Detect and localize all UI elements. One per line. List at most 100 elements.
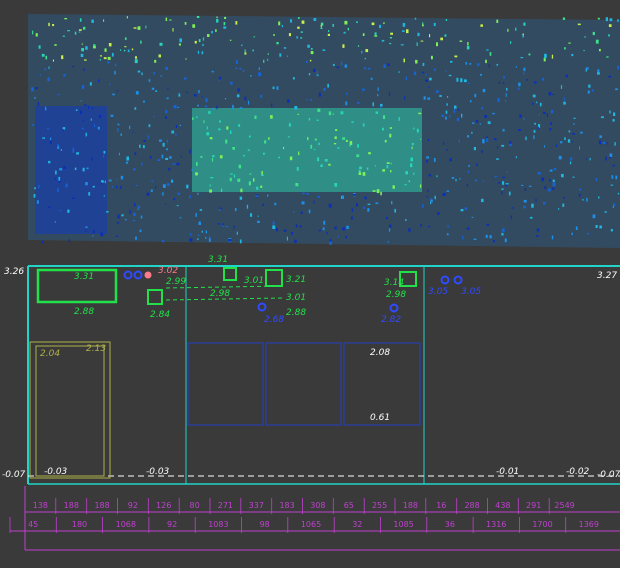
point-cloud-point (350, 216, 353, 220)
point-cloud-point (544, 145, 545, 148)
point-cloud-point (257, 220, 260, 223)
label-door-top: 2.04 (40, 349, 60, 359)
point-cloud-point (346, 225, 349, 229)
point-cloud-point (332, 113, 334, 115)
point-cloud-point (382, 169, 385, 172)
point-cloud-point (283, 47, 287, 49)
point-cloud-point (65, 183, 68, 188)
point-cloud-point (31, 124, 34, 126)
point-cloud-point (322, 227, 325, 231)
point-cloud-point (410, 157, 413, 162)
point-cloud-point (599, 225, 602, 229)
point-cloud-point (137, 26, 141, 30)
point-cloud-point (210, 177, 214, 179)
point-cloud-point (467, 42, 469, 46)
point-cloud-point (119, 186, 122, 189)
point-cloud-point (337, 147, 340, 149)
point-cloud-point (100, 55, 102, 57)
point-cloud-point (592, 31, 595, 36)
point-cloud-point (476, 119, 478, 123)
point-cloud-point (460, 209, 464, 212)
point-cloud-point (601, 116, 604, 119)
label-panel-top: 2.08 (370, 348, 390, 358)
point-cloud-point (268, 137, 270, 140)
point-cloud-point (474, 93, 477, 98)
point-cloud-point (133, 27, 137, 29)
point-cloud-point (160, 75, 162, 77)
point-cloud-point (536, 101, 538, 104)
point-cloud-point (323, 87, 326, 91)
label-mid-c: 3.21 (286, 275, 306, 285)
point-cloud-point (33, 194, 36, 198)
point-cloud-point (446, 103, 448, 106)
point-cloud-point (571, 232, 573, 236)
point-cloud-point (546, 113, 548, 117)
point-cloud-point (224, 16, 227, 19)
point-cloud-point (103, 155, 105, 158)
point-cloud-point (481, 107, 484, 110)
point-cloud-point (334, 136, 337, 139)
point-cloud-point (116, 179, 118, 180)
point-cloud-point (613, 112, 616, 116)
point-cloud-point (518, 129, 521, 131)
point-cloud-point (464, 207, 468, 210)
point-cloud-point (273, 34, 275, 36)
point-cloud-point (379, 24, 381, 29)
point-cloud-point (464, 79, 467, 83)
dimension-row1-label: 138 (33, 501, 48, 510)
point-cloud-point (333, 143, 337, 145)
point-cloud-point (139, 144, 141, 148)
point-cloud-point (568, 130, 571, 133)
point-cloud-point (106, 211, 109, 213)
point-cloud-point (608, 34, 610, 37)
point-cloud-point (137, 205, 141, 209)
point-cloud-point (173, 105, 177, 109)
point-cloud-point (108, 179, 112, 182)
point-cloud-point (503, 75, 505, 79)
point-cloud-point (147, 135, 149, 140)
point-cloud-point (450, 60, 453, 63)
point-cloud-point (416, 128, 419, 133)
point-cloud-point (291, 232, 293, 235)
point-cloud-point (178, 43, 181, 46)
point-cloud-point (172, 163, 176, 165)
point-cloud-point (573, 123, 575, 125)
point-cloud-point (116, 221, 120, 224)
point-cloud-point (218, 128, 221, 131)
point-cloud-point (235, 67, 238, 69)
point-cloud-point (599, 135, 602, 138)
point-cloud-point (419, 184, 422, 188)
point-cloud-point (89, 82, 92, 86)
point-cloud-point (87, 105, 89, 109)
point-cloud-point (506, 87, 508, 91)
point-cloud-point (83, 26, 86, 30)
point-cloud-point (521, 184, 524, 186)
point-cloud-point (85, 132, 87, 137)
point-cloud-point (494, 138, 497, 141)
point-cloud-point (598, 140, 601, 145)
cad-viewport[interactable]: 3.26 3.27 -0.07 -0.07 -0.03 -0.03 -0.01 … (0, 0, 620, 568)
point-cloud-point (48, 160, 51, 164)
point-cloud-point (466, 227, 470, 230)
point-cloud-point (411, 146, 413, 150)
point-cloud-point (166, 139, 169, 143)
point-cloud-point (149, 156, 152, 159)
point-cloud-point (482, 139, 485, 144)
point-cloud-point (379, 106, 382, 108)
point-cloud-point (549, 169, 553, 172)
point-cloud-point (60, 149, 62, 151)
point-cloud-point (610, 229, 613, 232)
point-cloud-point (528, 53, 531, 56)
point-cloud-point (380, 191, 382, 196)
point-cloud-point (62, 129, 64, 132)
point-cloud-point (34, 97, 36, 99)
point-cloud-point (296, 36, 298, 39)
point-cloud-point (75, 109, 78, 111)
point-cloud-point (82, 119, 84, 122)
point-cloud-point (129, 125, 131, 130)
point-cloud-point (141, 162, 143, 166)
point-cloud-point (422, 204, 424, 208)
point-cloud-point (387, 241, 390, 243)
dimension-row1-label: 288 (464, 501, 479, 510)
point-cloud-point (541, 177, 545, 182)
